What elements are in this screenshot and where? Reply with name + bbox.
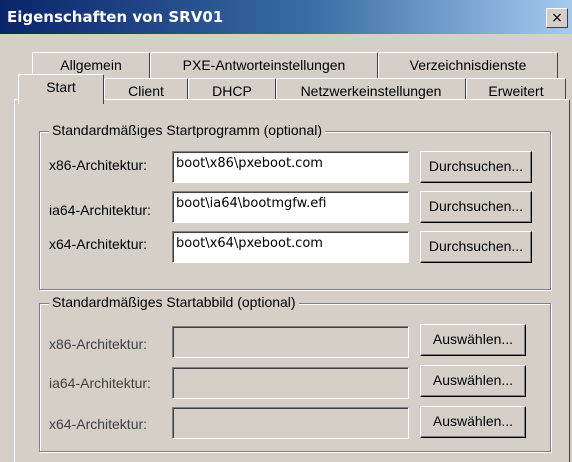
ia64-program-browse-button[interactable]: Durchsuchen...	[420, 191, 532, 223]
x86-image-select-button[interactable]: Auswählen...	[420, 324, 526, 356]
ia64-image-input[interactable]	[172, 367, 409, 399]
ia64-image-select-button[interactable]: Auswählen...	[420, 365, 526, 397]
x86-program-input[interactable]: boot\x86\pxeboot.com	[172, 151, 409, 183]
x86-program-browse-button[interactable]: Durchsuchen...	[420, 151, 532, 183]
x64-program-browse-button[interactable]: Durchsuchen...	[420, 231, 532, 263]
x64-image-select-button[interactable]: Auswählen...	[420, 406, 526, 438]
tab-label: Erweitert	[488, 83, 544, 99]
ia64-program-label: ia64-Architektur:	[49, 202, 151, 218]
tab-label: Verzeichnisdienste	[409, 57, 527, 73]
x64-program-input[interactable]: boot\x64\pxeboot.com	[172, 231, 409, 263]
boot-program-legend: Standardmäßiges Startprogramm (optional)	[49, 122, 326, 138]
x86-program-label: x86-Architektur:	[49, 157, 148, 173]
ia64-program-input[interactable]: boot\ia64\bootmgfw.efi	[172, 191, 409, 223]
ia64-image-label: ia64-Architektur:	[49, 375, 151, 391]
close-button[interactable]: ×	[546, 8, 568, 28]
x86-image-input[interactable]	[172, 326, 409, 358]
tab-label: Netzwerkeinstellungen	[300, 83, 442, 99]
tab-panel-start: Standardmäßiges Startprogramm (optional)…	[14, 99, 570, 462]
tab-label: Allgemein	[60, 57, 122, 73]
title-bar[interactable]: Eigenschaften von SRV01 ×	[0, 0, 572, 34]
tab-label: Start	[46, 79, 76, 95]
tab-start[interactable]: Start	[18, 74, 104, 104]
tab-pxe-antworteinstellungen[interactable]: PXE-Antworteinstellungen	[150, 52, 378, 78]
tab-verzeichnisdienste[interactable]: Verzeichnisdienste	[378, 52, 558, 78]
x86-image-label: x86-Architektur:	[49, 336, 148, 352]
tab-label: PXE-Antworteinstellungen	[182, 57, 346, 73]
tab-label: DHCP	[212, 83, 252, 99]
x64-program-label: x64-Architektur:	[49, 236, 148, 252]
x64-image-label: x64-Architektur:	[49, 416, 148, 432]
x64-image-input[interactable]	[172, 407, 409, 439]
boot-image-legend: Standardmäßiges Startabbild (optional)	[49, 294, 299, 310]
tab-label: Client	[128, 83, 164, 99]
close-icon: ×	[551, 10, 563, 26]
window-title: Eigenschaften von SRV01	[7, 8, 224, 26]
